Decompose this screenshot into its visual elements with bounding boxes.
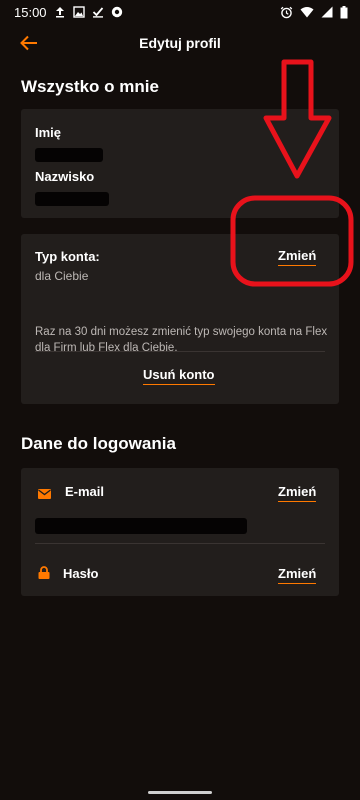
login-data-card: E-mail Zmień Hasło Zmień <box>21 468 339 596</box>
email-label: E-mail <box>65 484 105 499</box>
delete-account-link[interactable]: Usuń konto <box>143 367 215 385</box>
page-title: Edytuj profil <box>139 35 221 51</box>
status-time: 15:00 <box>14 4 47 20</box>
check-icon <box>92 6 104 18</box>
image-icon <box>72 6 85 18</box>
upload-icon <box>54 6 66 18</box>
back-button[interactable] <box>16 32 42 54</box>
alarm-icon <box>280 6 293 19</box>
first-name-label: Imię <box>35 125 62 140</box>
change-password-link[interactable]: Zmień <box>278 566 317 584</box>
lock-icon <box>38 566 50 584</box>
signal-icon <box>321 6 333 18</box>
wifi-icon <box>300 6 314 18</box>
change-account-type-link[interactable]: Zmień <box>278 248 317 266</box>
battery-icon <box>340 5 348 19</box>
gesture-nav-handle[interactable] <box>148 791 212 794</box>
account-type-label: Typ konta: <box>35 249 100 264</box>
first-name-value-redacted <box>35 148 103 162</box>
password-label: Hasło <box>63 566 99 581</box>
last-name-value-redacted <box>35 192 109 206</box>
about-section-title: Wszystko o mnie <box>21 77 159 96</box>
last-name-label: Nazwisko <box>35 169 95 184</box>
card-divider <box>35 351 325 352</box>
email-value-redacted <box>35 518 247 534</box>
change-email-link[interactable]: Zmień <box>278 484 317 502</box>
login-section-title: Dane do logowania <box>21 434 176 453</box>
login-divider <box>35 543 325 544</box>
personal-info-card: Imię Nazwisko <box>21 109 339 218</box>
account-type-value: dla Ciebie <box>35 269 89 283</box>
account-type-card: Typ konta: Zmień dla Ciebie Raz na 30 dn… <box>21 234 339 404</box>
app-header: Edytuj profil <box>0 24 360 62</box>
status-bar: 15:00 <box>0 0 360 24</box>
mail-icon <box>38 486 51 504</box>
back-arrow-icon <box>20 35 37 51</box>
chrome-icon <box>111 6 123 18</box>
